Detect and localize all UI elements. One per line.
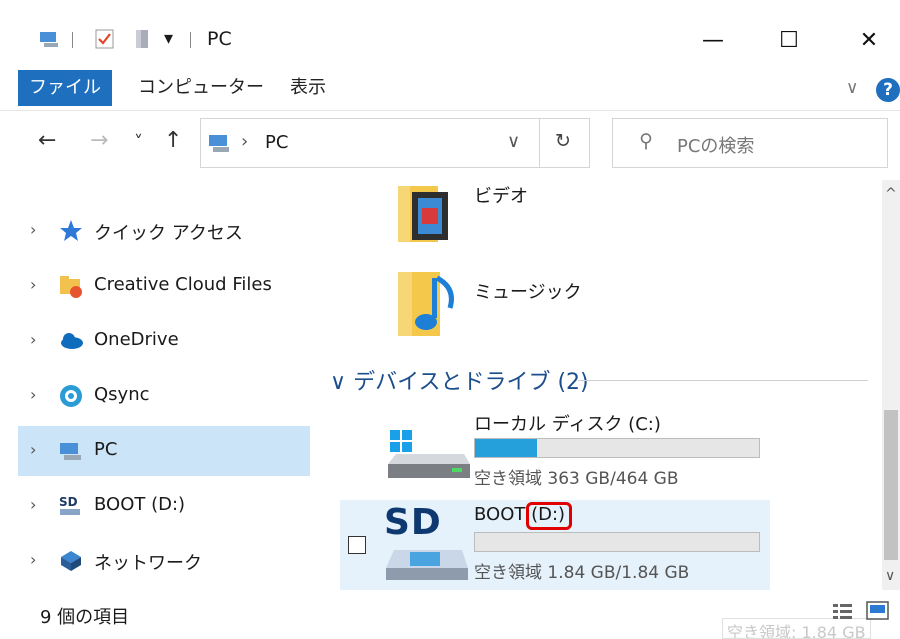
expand-chevron-icon[interactable]: › [30, 495, 36, 514]
details-view-icon[interactable] [832, 602, 854, 626]
forward-button[interactable]: → [90, 128, 108, 153]
windows-drive-icon [386, 424, 470, 490]
refresh-button[interactable]: ↻ [555, 130, 571, 152]
item-count: 9 個の項目 [40, 607, 130, 628]
scroll-up-icon[interactable]: ^ [885, 186, 897, 202]
sidebar-item-label: Creative Cloud Files [94, 274, 272, 295]
sidebar-item-creative-cloud[interactable]: › Creative Cloud Files [18, 261, 310, 311]
back-button[interactable]: ← [38, 128, 56, 153]
expand-chevron-icon[interactable]: › [30, 330, 36, 349]
sidebar-item-qsync[interactable]: › Qsync [18, 371, 310, 421]
drive-free-space: 空き領域 363 GB/464 GB [474, 469, 679, 489]
expand-chevron-icon[interactable]: › [30, 440, 36, 459]
qat-separator [72, 32, 73, 48]
creative-cloud-icon [58, 273, 84, 299]
address-dropdown-icon[interactable]: ∨ [507, 131, 520, 152]
sd-card-logo-icon: SD [384, 502, 442, 543]
sidebar-item-label: クイック アクセス [94, 223, 243, 244]
qsync-icon [58, 383, 84, 409]
folder-item-video[interactable]: ビデオ [396, 180, 696, 252]
highlight-box [526, 502, 572, 530]
select-checkbox[interactable] [348, 536, 366, 554]
expand-chevron-icon[interactable]: › [30, 385, 36, 404]
tab-file[interactable]: ファイル [18, 70, 112, 106]
sidebar-item-pc[interactable]: › PC [18, 426, 310, 476]
computer-icon [58, 438, 84, 464]
folder-label: ミュージック [474, 282, 582, 303]
sidebar-item-label: BOOT (D:) [94, 494, 186, 515]
sd-card-drive-icon [384, 546, 468, 590]
breadcrumb-pc[interactable]: PC [265, 132, 288, 153]
recent-locations-button[interactable]: ˅ [134, 132, 143, 153]
search-icon: ⚲ [639, 130, 653, 152]
sidebar-item-label: OneDrive [94, 329, 179, 350]
large-icons-view-icon[interactable] [866, 600, 890, 626]
group-title: デバイスとドライブ (2) [353, 370, 589, 395]
drive-free-space: 空き領域 1.84 GB/1.84 GB [474, 563, 690, 583]
scroll-thumb[interactable] [884, 410, 898, 560]
sidebar-item-network[interactable]: › ネットワーク [18, 536, 310, 586]
drive-usage-bar [474, 438, 760, 458]
up-button[interactable]: ↑ [164, 128, 182, 153]
music-folder-icon [396, 264, 462, 344]
tab-computer[interactable]: コンピューター [138, 70, 264, 106]
sidebar-item-label: ネットワーク [94, 553, 202, 574]
drive-usage-bar [474, 532, 760, 552]
group-divider [578, 380, 868, 381]
computer-qat-icon[interactable] [38, 28, 60, 50]
video-folder-icon [396, 180, 460, 250]
cloud-icon [58, 328, 84, 354]
drive-item-d[interactable]: SD BOOT (D:) 空き領域 1.84 GB/1.84 GB [340, 500, 770, 590]
expand-chevron-icon[interactable]: › [30, 275, 36, 294]
search-placeholder: PCの検索 [677, 136, 755, 157]
ribbon-tabs [0, 66, 900, 111]
sidebar-item-onedrive[interactable]: › OneDrive [18, 316, 310, 366]
ribbon-expand-icon[interactable]: ∨ [846, 78, 858, 98]
tab-view[interactable]: 表示 [290, 70, 326, 106]
qat-separator [190, 32, 191, 48]
qat-customize-icon[interactable]: ▾ [164, 28, 173, 49]
address-bar[interactable]: › PC ∨ ↻ [200, 118, 590, 168]
window-title: PC [207, 28, 232, 50]
sidebar-item-label: Qsync [94, 384, 150, 405]
svg-text:SD: SD [59, 495, 78, 509]
sidebar-item-boot-drive[interactable]: › SD BOOT (D:) [18, 481, 310, 531]
breadcrumb-separator: › [241, 131, 249, 152]
drive-item-c[interactable]: ローカル ディスク (C:) 空き領域 363 GB/464 GB [340, 406, 770, 496]
computer-icon [207, 131, 233, 159]
search-field[interactable]: ⚲ PCの検索 [612, 118, 888, 168]
folder-label: ビデオ [474, 186, 528, 207]
expand-chevron-icon[interactable]: › [30, 550, 36, 569]
help-icon[interactable]: ? [876, 78, 900, 102]
minimize-button[interactable]: — [690, 22, 736, 60]
sidebar-item-label: PC [94, 439, 118, 460]
network-icon [58, 548, 84, 574]
sidebar-item-quick-access[interactable]: › クイック アクセス [18, 206, 310, 256]
scroll-down-icon[interactable]: ∨ [885, 568, 895, 584]
sd-card-icon: SD [58, 493, 84, 519]
vertical-scrollbar[interactable]: ^ ∨ [882, 180, 900, 590]
drive-name: ローカル ディスク (C:) [474, 414, 661, 435]
star-icon [58, 218, 84, 244]
collapse-chevron-icon: ∨ [330, 370, 347, 395]
expand-chevron-icon[interactable]: › [30, 220, 36, 239]
new-folder-qat-icon[interactable] [132, 28, 154, 50]
devices-group-header[interactable]: ∨ デバイスとドライブ (2) [330, 364, 589, 396]
maximize-button[interactable]: ☐ [766, 22, 812, 60]
address-divider [539, 119, 540, 167]
folder-item-music[interactable]: ミュージック [396, 264, 696, 344]
properties-qat-icon[interactable] [94, 28, 116, 50]
drive-usage-fill [475, 439, 538, 457]
close-button[interactable]: ✕ [846, 22, 892, 60]
